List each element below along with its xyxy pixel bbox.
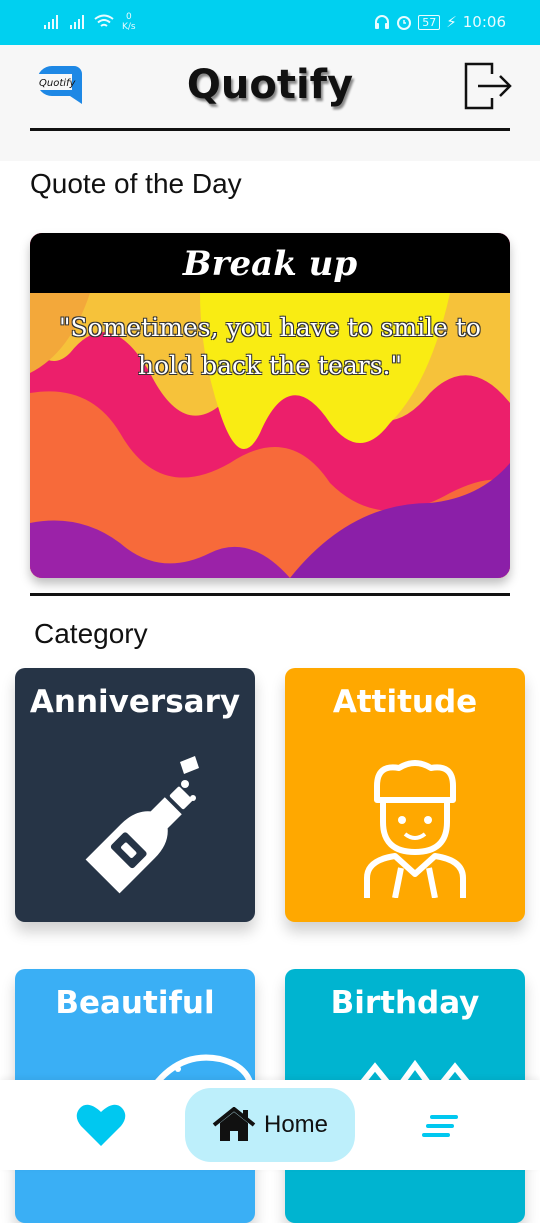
champagne-bottle-icon (85, 756, 199, 894)
section-divider (30, 593, 510, 596)
signal-icon-2 (70, 15, 84, 29)
network-speed-unit: K/s (122, 22, 136, 32)
app-title: Quotify (186, 62, 354, 108)
category-label: Beautiful (55, 985, 215, 1021)
category-label: Anniversary (29, 684, 241, 720)
quote-of-the-day-title: Quote of the Day (30, 168, 242, 199)
category-card-attitude[interactable]: Attitude (285, 668, 525, 922)
status-right-icons: 57 ⚡ 10:06 (374, 13, 506, 31)
battery-indicator: 57 (418, 14, 441, 30)
chef-person-icon (364, 760, 466, 898)
wifi-icon (94, 14, 114, 27)
status-left-icons: 0 K/s (44, 12, 136, 32)
home-icon (212, 1107, 256, 1141)
quote-text: "Sometimes, you have to smile to hold ba… (59, 313, 481, 380)
status-bar: 0 K/s 57 ⚡ 10:06 (0, 0, 540, 45)
header-divider (30, 128, 510, 131)
signal-icon (44, 15, 58, 29)
menu-icon[interactable] (422, 1113, 460, 1139)
network-speed: 0 K/s (122, 12, 136, 32)
charging-icon: ⚡ (446, 13, 457, 31)
status-time: 10:06 (462, 13, 506, 31)
home-nav-button[interactable]: Home (185, 1088, 355, 1162)
bottom-navigation: Home (0, 1080, 540, 1170)
category-label: Birthday (330, 985, 480, 1021)
headphones-icon (375, 15, 390, 29)
category-label: Attitude (332, 684, 478, 720)
heart-icon[interactable] (76, 1102, 126, 1148)
quote-of-the-day-card[interactable]: Break up "Sometimes, you have to smile t… (30, 233, 510, 578)
alarm-icon (397, 16, 412, 30)
category-title: Category (34, 618, 148, 649)
quote-category: Break up (30, 233, 510, 293)
logout-icon[interactable] (462, 60, 514, 112)
network-speed-value: 0 (125, 12, 132, 22)
home-label: Home (263, 1111, 329, 1138)
category-card-anniversary[interactable]: Anniversary (15, 668, 255, 922)
